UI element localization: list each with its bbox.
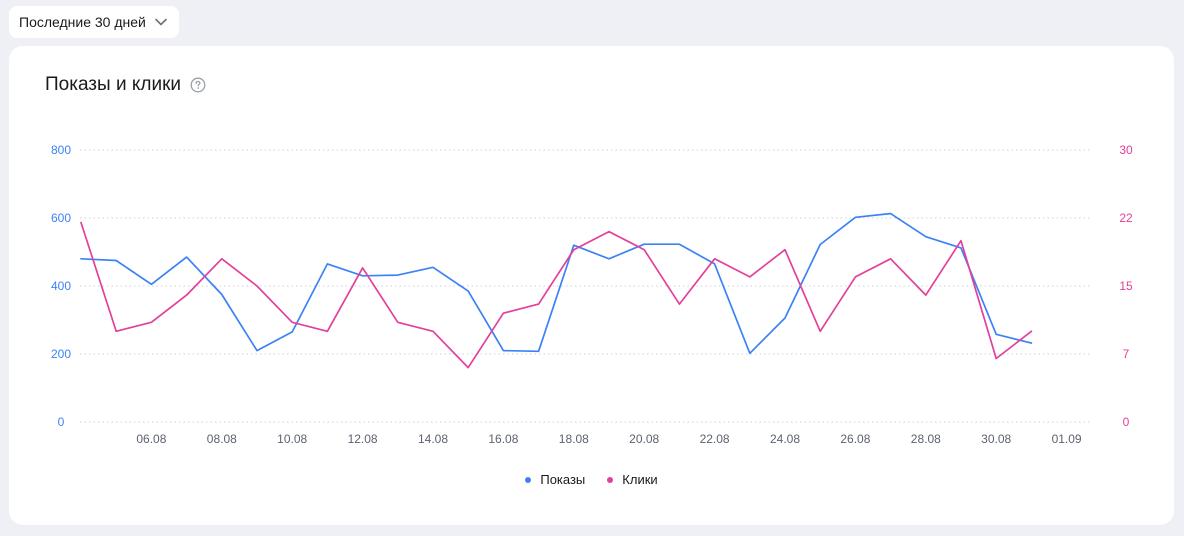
x-axis-tick-label: 16.08 <box>488 432 518 446</box>
right-axis-tick-label: 22 <box>1119 211 1133 225</box>
left-axis-tick-label: 600 <box>51 211 71 225</box>
x-axis-tick-label: 28.08 <box>911 432 941 446</box>
x-axis-tick-label: 30.08 <box>981 432 1011 446</box>
x-axis-tick-label: 22.08 <box>700 432 730 446</box>
x-axis-tick-label: 08.08 <box>207 432 237 446</box>
right-axis-tick-label: 30 <box>1119 143 1133 157</box>
legend-item-impressions[interactable]: Показы <box>525 472 585 487</box>
x-axis-tick-label: 26.08 <box>840 432 870 446</box>
line-chart: 800 30 600 22 400 15 200 7 0 0 06.08 08.08 10.08 12.0… <box>51 143 1133 446</box>
right-axis-tick-label: 15 <box>1119 279 1133 293</box>
legend-label-clicks: Клики <box>622 472 658 487</box>
right-axis-tick-label: 7 <box>1123 347 1130 361</box>
x-axis-tick-label: 18.08 <box>559 432 589 446</box>
chart-legend: Показы Клики <box>9 472 1174 487</box>
left-axis-tick-label: 400 <box>51 279 71 293</box>
x-axis-tick-label: 14.08 <box>418 432 448 446</box>
period-select[interactable]: Последние 30 дней <box>9 6 179 38</box>
x-axis-tick-label: 10.08 <box>277 432 307 446</box>
x-axis-tick-label: 24.08 <box>770 432 800 446</box>
legend-dot-clicks <box>607 476 614 483</box>
left-axis-tick-label: 0 <box>58 415 65 429</box>
x-axis-tick-label: 12.08 <box>348 432 378 446</box>
legend-item-clicks[interactable]: Клики <box>607 472 658 487</box>
chevron-down-icon <box>154 15 168 29</box>
right-axis-tick-label: 0 <box>1123 415 1130 429</box>
period-select-label: Последние 30 дней <box>19 14 146 30</box>
series-line-clicks <box>80 221 1033 369</box>
legend-label-impressions: Показы <box>540 472 586 487</box>
x-axis-tick-label: 01.09 <box>1052 432 1082 446</box>
x-axis-tick-label: 20.08 <box>629 432 659 446</box>
series-line-impressions <box>80 212 1033 355</box>
x-axis-tick-label: 06.08 <box>136 432 166 446</box>
left-axis-tick-label: 800 <box>51 143 71 157</box>
left-axis-tick-label: 200 <box>51 347 71 361</box>
chart-card: Показы и клики 800 30 600 22 400 15 200 7 0 0 06.0… <box>9 46 1174 525</box>
legend-dot-impressions <box>525 476 532 483</box>
